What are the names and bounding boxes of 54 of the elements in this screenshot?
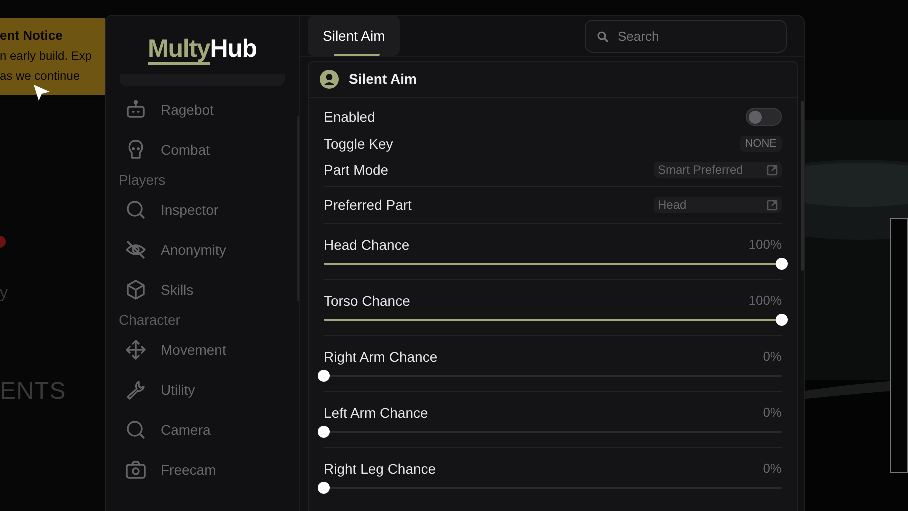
notice-text: n early build. Exp <box>0 48 92 65</box>
sidebar-item[interactable]: Skills <box>119 270 289 310</box>
tab[interactable]: Silent Aim <box>308 16 400 56</box>
slider-thumb[interactable] <box>776 314 788 326</box>
slider-thumb[interactable] <box>318 426 330 438</box>
external-link-icon <box>767 164 778 176</box>
sidebar-item[interactable]: Camera <box>119 410 289 450</box>
slider-value: 0% <box>763 348 782 366</box>
setting-label: Toggle Key <box>324 134 394 154</box>
slider-value: 100% <box>748 236 782 254</box>
search-field[interactable]: Search <box>585 20 787 52</box>
dropdown[interactable]: Head <box>654 197 782 213</box>
slider-value: 100% <box>748 292 782 310</box>
toggle-switch[interactable] <box>746 108 782 126</box>
sidebar-item[interactable]: Freecam <box>119 450 289 490</box>
setting-label: Enabled <box>324 108 376 126</box>
sidebar-item[interactable]: Anonymity <box>119 230 289 270</box>
section-label: Players <box>119 171 166 190</box>
setting-label: Preferred Part <box>324 196 412 214</box>
notice-text: as we continue <box>0 68 80 85</box>
sidebar-item[interactable]: Utility <box>119 370 289 410</box>
slider-thumb[interactable] <box>776 258 788 270</box>
external-link-icon <box>767 200 778 210</box>
keybind-button[interactable]: NONE <box>740 136 782 152</box>
sidebar-item[interactable]: Inspector <box>119 190 289 230</box>
setting-label: Right Arm Chance <box>324 348 438 367</box>
sidebar-item[interactable]: Combat <box>119 130 289 170</box>
logo: MultyHub <box>148 34 257 65</box>
setting-label: Left Arm Chance <box>324 404 428 422</box>
robot-icon <box>125 99 147 121</box>
hidden-eye-icon <box>125 239 147 261</box>
setting-label: Torso Chance <box>324 292 410 310</box>
section-label: Character <box>119 311 180 330</box>
search-icon <box>125 199 147 221</box>
setting-label: Head Chance <box>324 236 410 254</box>
move-icon <box>125 339 147 361</box>
slider-thumb[interactable] <box>318 482 330 494</box>
slider-value: 0% <box>763 404 782 422</box>
cursor-icon <box>33 84 51 102</box>
setting-label: Part Mode <box>324 160 389 180</box>
setting-label: Right Leg Chance <box>324 460 436 479</box>
slider-thumb[interactable] <box>318 370 330 382</box>
camera-icon <box>125 459 147 481</box>
section-title: Silent Aim <box>349 70 417 89</box>
dropdown[interactable]: Smart Preferred <box>654 162 782 178</box>
search-icon <box>125 419 147 441</box>
notice-title: ent Notice <box>0 27 63 45</box>
sidebar-item[interactable]: Ragebot <box>119 90 289 130</box>
user-icon <box>320 70 339 89</box>
wrench-icon <box>125 379 147 401</box>
slider-value: 0% <box>763 460 782 478</box>
sidebar-item[interactable]: Movement <box>119 330 289 370</box>
search-icon <box>597 30 609 42</box>
box-icon <box>125 279 147 301</box>
